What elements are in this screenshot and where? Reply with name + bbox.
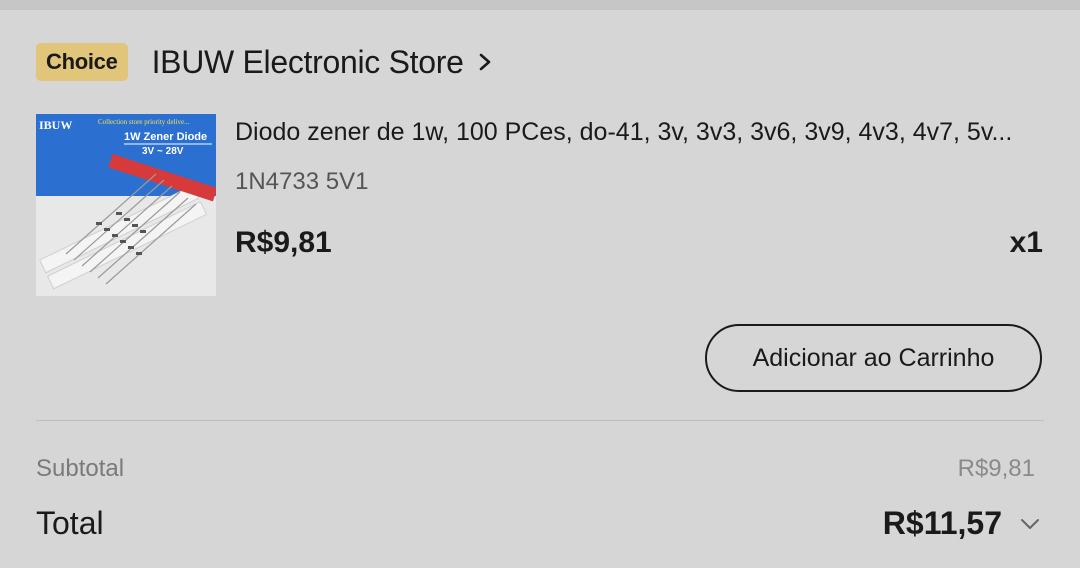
chevron-right-icon[interactable] (474, 51, 496, 73)
total-label: Total (36, 505, 104, 541)
choice-badge: Choice (36, 43, 128, 81)
divider (36, 420, 1044, 421)
product-quantity: x1 (1009, 226, 1043, 259)
total-toggle[interactable]: R$11,57 (883, 505, 1042, 542)
image-title: 1W Zener Diode (124, 131, 207, 143)
store-name[interactable]: IBUW Electronic Store (152, 44, 464, 81)
image-range: 3V ~ 28V (142, 146, 184, 157)
product-variant: 1N4733 5V1 (235, 168, 369, 195)
chevron-down-icon[interactable] (1018, 512, 1042, 536)
subtotal-value: R$9,81 (957, 455, 1035, 482)
image-brand: IBUW (39, 118, 72, 132)
top-bar (0, 0, 1080, 10)
add-to-cart-button[interactable]: Adicionar ao Carrinho (705, 324, 1042, 392)
product-image[interactable]: IBUW Collection store priority delive...… (36, 114, 216, 296)
subtotal-label: Subtotal (36, 455, 125, 482)
total-value: R$11,57 (882, 505, 1002, 541)
product-price: R$9,81 (235, 226, 332, 259)
image-banner: Collection store priority delive... (98, 118, 190, 126)
product-title[interactable]: Diodo zener de 1w, 100 PCes, do-41, 3v, … (235, 118, 1050, 147)
store-header[interactable]: Choice IBUW Electronic Store (36, 42, 496, 82)
